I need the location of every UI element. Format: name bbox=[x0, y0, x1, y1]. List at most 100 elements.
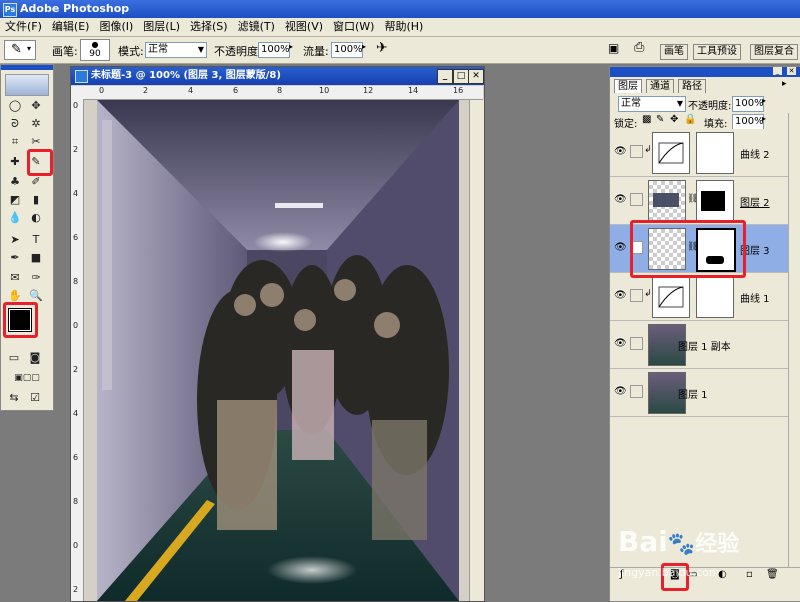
menu-select[interactable]: 选择(S) bbox=[185, 18, 233, 36]
jump-to-imageready-icon[interactable]: ⇆ bbox=[6, 391, 22, 405]
path-selection-icon[interactable]: ➤ bbox=[7, 233, 23, 247]
marquee-tool-icon[interactable]: ◯ bbox=[7, 99, 23, 113]
opacity-arrow-icon[interactable]: ▸ bbox=[762, 96, 766, 105]
pen-tool-icon[interactable]: ✒ bbox=[7, 251, 23, 265]
layer-row[interactable]: 👁 ⛓ 图层 2 bbox=[610, 177, 788, 225]
ruler-horizontal[interactable]: 0 2 4 6 8 10 12 14 16 bbox=[95, 86, 483, 100]
shape-tool-icon[interactable]: ■ bbox=[28, 251, 44, 265]
close-button[interactable]: ✕ bbox=[468, 69, 484, 84]
ruler-origin[interactable] bbox=[71, 86, 95, 100]
layer-mask-thumbnail[interactable] bbox=[696, 132, 734, 174]
tab-paths[interactable]: 路径 bbox=[678, 79, 706, 93]
magic-wand-icon[interactable]: ✲ bbox=[28, 117, 44, 131]
layer-thumbnail[interactable] bbox=[648, 180, 686, 222]
menu-view[interactable]: 视图(V) bbox=[280, 18, 328, 36]
layer-name[interactable]: 曲线 1 bbox=[740, 290, 770, 305]
airbrush-icon[interactable]: ✈ bbox=[376, 40, 388, 56]
menu-help[interactable]: 帮助(H) bbox=[379, 18, 428, 36]
fill-field[interactable]: 100% bbox=[732, 114, 764, 130]
flow-field[interactable]: 100% bbox=[331, 42, 363, 58]
mode-select[interactable]: 正常 ▼ bbox=[145, 42, 207, 58]
layer-row[interactable]: 👁 图层 1 副本 bbox=[610, 321, 788, 369]
layer-row[interactable]: 👁 ↲ 曲线 1 bbox=[610, 273, 788, 321]
layer-name[interactable]: 图层 1 bbox=[678, 386, 708, 401]
menu-file[interactable]: 文件(F) bbox=[0, 18, 47, 36]
lock-image-icon[interactable]: ✎ bbox=[656, 114, 664, 125]
image-canvas[interactable] bbox=[97, 100, 459, 601]
palette-minimize-button[interactable]: _ bbox=[773, 67, 782, 75]
blend-mode-select[interactable]: 正常 ▼ bbox=[618, 96, 686, 112]
tool-preset-picker[interactable]: ✎ ▾ bbox=[4, 40, 36, 60]
document-title-bar[interactable]: 未标题-3 @ 100% (图层 3, 图层蒙版/8) _ □ ✕ bbox=[71, 67, 484, 85]
eye-icon[interactable]: 👁 bbox=[614, 339, 627, 349]
layer-name[interactable]: 图层 2 bbox=[740, 194, 770, 209]
lock-transparency-icon[interactable]: ▩ bbox=[642, 114, 651, 125]
brush-size-picker[interactable]: ● 90 bbox=[80, 39, 110, 61]
eye-icon[interactable]: 👁 bbox=[614, 195, 627, 205]
eyedropper-icon[interactable]: ✑ bbox=[28, 271, 44, 285]
layer-link-box[interactable] bbox=[630, 385, 643, 398]
minimize-button[interactable]: _ bbox=[437, 69, 453, 84]
file-browser-icon[interactable]: ▣ bbox=[608, 41, 619, 55]
healing-brush-icon[interactable]: ✚ bbox=[7, 155, 23, 169]
layer-link-box[interactable] bbox=[630, 193, 643, 206]
document-vertical-scrollbar[interactable] bbox=[469, 100, 484, 601]
fill-arrow-icon[interactable]: ▸ bbox=[762, 114, 766, 123]
hand-tool-icon[interactable]: ✋ bbox=[7, 289, 23, 303]
maximize-button[interactable]: □ bbox=[453, 69, 469, 84]
adobe-feather-icon[interactable] bbox=[5, 74, 49, 96]
zoom-tool-icon[interactable]: 🔍 bbox=[28, 289, 44, 303]
menu-filter[interactable]: 滤镜(T) bbox=[233, 18, 280, 36]
layer-link-box[interactable] bbox=[630, 337, 643, 350]
dock-tab-layer-comps[interactable]: 图层复合 bbox=[750, 44, 798, 60]
type-tool-icon[interactable]: T bbox=[28, 233, 44, 247]
menu-layer[interactable]: 图层(L) bbox=[138, 18, 185, 36]
menu-edit[interactable]: 编辑(E) bbox=[47, 18, 95, 36]
eye-icon[interactable]: 👁 bbox=[614, 147, 627, 157]
dodge-tool-icon[interactable]: ◐ bbox=[28, 211, 44, 225]
layer-mask-thumbnail[interactable] bbox=[696, 276, 734, 318]
gradient-tool-icon[interactable]: ▮ bbox=[28, 193, 44, 207]
new-layer-icon[interactable]: ▫ bbox=[746, 569, 753, 580]
opacity-arrow-icon[interactable]: ▸ bbox=[289, 42, 293, 51]
imageready-icon[interactable]: ☑ bbox=[27, 391, 43, 405]
print-icon[interactable]: ⎙ bbox=[634, 40, 644, 55]
move-tool-icon[interactable]: ✥ bbox=[28, 99, 44, 113]
layer-row[interactable]: 👁 ↲ 曲线 2 bbox=[610, 129, 788, 177]
crop-tool-icon[interactable]: ⌗ bbox=[7, 135, 23, 149]
eraser-tool-icon[interactable]: ◩ bbox=[7, 193, 23, 207]
eye-icon[interactable]: 👁 bbox=[614, 387, 627, 397]
blur-tool-icon[interactable]: 💧 bbox=[7, 211, 23, 225]
trash-icon[interactable]: 🗑 bbox=[766, 569, 779, 580]
eye-icon[interactable]: 👁 bbox=[614, 243, 627, 253]
notes-tool-icon[interactable]: ✉ bbox=[7, 271, 23, 285]
layers-scrollbar[interactable] bbox=[788, 113, 800, 583]
lock-all-icon[interactable]: 🔒 bbox=[684, 114, 696, 125]
opacity-field[interactable]: 100% bbox=[258, 42, 290, 58]
quick-mask-icon[interactable]: ◙ bbox=[27, 351, 43, 365]
dock-tab-tool-presets[interactable]: 工具预设 bbox=[693, 44, 741, 60]
palette-menu-icon[interactable]: ▸ bbox=[782, 79, 787, 89]
dock-tab-brushes[interactable]: 画笔 bbox=[660, 44, 688, 60]
layer-link-box[interactable] bbox=[630, 289, 643, 302]
standard-mode-icon[interactable]: ▭ bbox=[6, 351, 22, 365]
layer-name[interactable]: 曲线 2 bbox=[740, 146, 770, 161]
tab-channels[interactable]: 通道 bbox=[646, 79, 674, 93]
layer-opacity-field[interactable]: 100% bbox=[732, 96, 764, 112]
layer-mask-thumbnail[interactable] bbox=[696, 180, 734, 222]
tab-layers[interactable]: 图层 bbox=[614, 79, 642, 93]
layer-row[interactable]: 👁 图层 1 bbox=[610, 369, 788, 417]
screen-mode-icons[interactable]: ▣▢▢ bbox=[4, 371, 50, 385]
lock-position-icon[interactable]: ✥ bbox=[670, 114, 678, 125]
flow-arrow-icon[interactable]: ▸ bbox=[362, 42, 366, 51]
slice-tool-icon[interactable]: ✂ bbox=[28, 135, 44, 149]
lasso-tool-icon[interactable]: ᘐ bbox=[7, 117, 23, 131]
palette-close-button[interactable]: ✕ bbox=[787, 67, 796, 75]
menu-image[interactable]: 图像(I) bbox=[94, 18, 138, 36]
history-brush-icon[interactable]: ✐ bbox=[28, 175, 44, 189]
palette-title-bar[interactable]: _ ✕ bbox=[610, 67, 800, 77]
layer-link-box[interactable] bbox=[630, 145, 643, 158]
layer-name[interactable]: 图层 1 副本 bbox=[678, 338, 731, 353]
ruler-vertical[interactable]: 0 2 4 6 8 0 2 4 6 8 0 2 bbox=[71, 99, 84, 601]
eye-icon[interactable]: 👁 bbox=[614, 291, 627, 301]
